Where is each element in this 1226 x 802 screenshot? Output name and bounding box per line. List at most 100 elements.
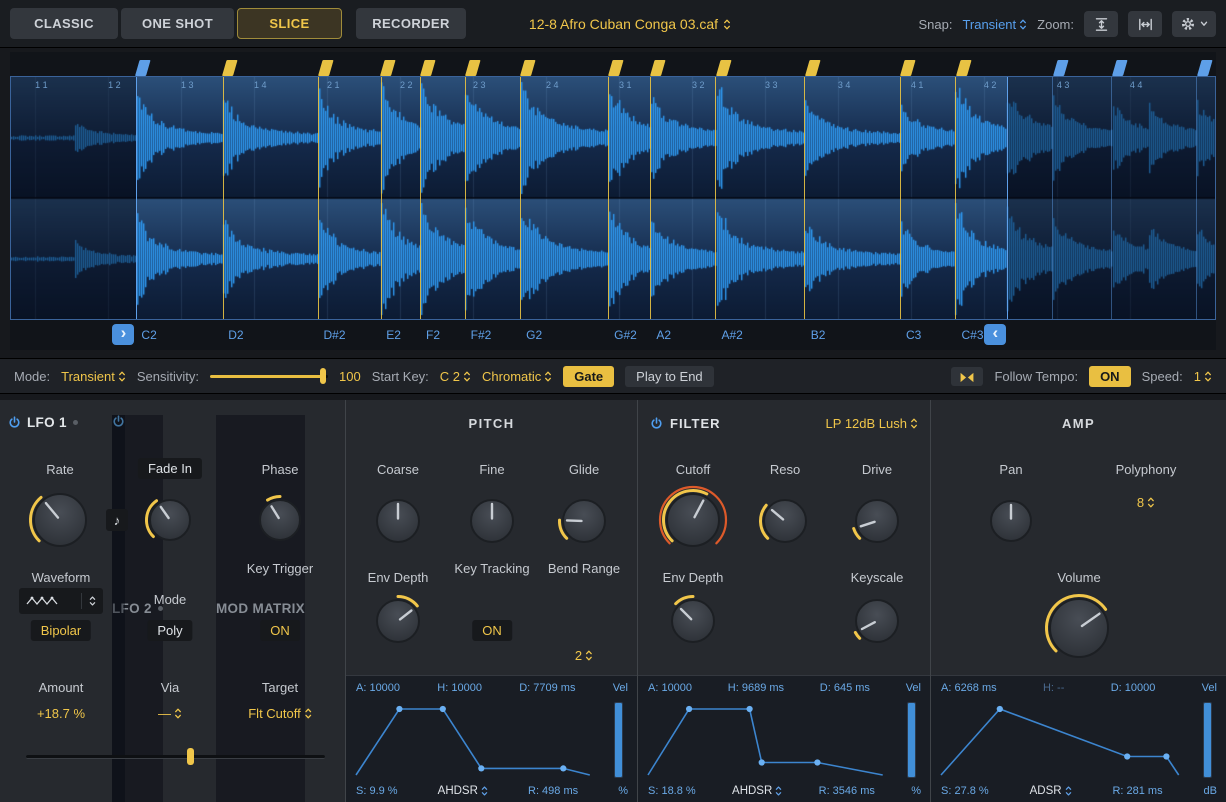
sample-file-selector[interactable]: 12-8 Afro Cuban Conga 03.caf: [450, 0, 810, 48]
polarity-button[interactable]: Bipolar: [31, 620, 91, 641]
amp-env-release[interactable]: R: 281 ms: [1112, 785, 1162, 797]
slice-flag[interactable]: [608, 60, 624, 76]
slice-flag[interactable]: [520, 60, 536, 76]
zoom-horizontal-button[interactable]: [1128, 11, 1162, 37]
slice-flag[interactable]: [420, 60, 436, 76]
mode-selector[interactable]: Transient: [61, 369, 126, 384]
fade-mode-button[interactable]: Fade In: [138, 458, 202, 479]
pitch-env-attack[interactable]: A: 10000: [356, 682, 400, 694]
action-menu-button[interactable]: [1172, 11, 1216, 37]
pitch-env-decay[interactable]: D: 7709 ms: [519, 682, 575, 694]
start-marker-handle[interactable]: ›: [112, 324, 134, 345]
slice-flag[interactable]: [1053, 60, 1069, 76]
end-marker-handle[interactable]: ‹: [984, 324, 1006, 345]
slice-marker[interactable]: [715, 77, 716, 319]
filter-env-mode-selector[interactable]: AHDSR: [732, 785, 782, 797]
slice-flag[interactable]: [650, 60, 666, 76]
pitch-envelope-display[interactable]: [352, 700, 601, 780]
amount-slider[interactable]: [26, 748, 325, 765]
slice-marker[interactable]: [420, 77, 421, 319]
slice-marker[interactable]: [804, 77, 805, 319]
slice-flag[interactable]: [1197, 60, 1213, 76]
speed-selector[interactable]: 1: [1194, 369, 1212, 384]
filter-env-hold[interactable]: H: 9689 ms: [728, 682, 784, 694]
volume-knob[interactable]: [1040, 589, 1118, 667]
snap-selector[interactable]: Transient: [962, 17, 1027, 32]
amp-env-decay[interactable]: D: 10000: [1111, 682, 1156, 694]
coarse-knob[interactable]: [367, 490, 429, 552]
amp-env-hold[interactable]: H: --: [1043, 682, 1064, 694]
slice-marker[interactable]: [955, 77, 956, 319]
zoom-vertical-button[interactable]: [1084, 11, 1118, 37]
key-tracking-toggle[interactable]: ON: [472, 620, 512, 641]
slice-marker[interactable]: [900, 77, 901, 319]
phase-knob[interactable]: [250, 490, 310, 550]
pitch-env-depth-knob[interactable]: [367, 590, 429, 652]
tab-classic[interactable]: CLASSIC: [10, 8, 118, 39]
lfo-mode-value[interactable]: Poly: [147, 620, 192, 641]
slice-marker[interactable]: [465, 77, 466, 319]
pitch-env-hold[interactable]: H: 10000: [437, 682, 482, 694]
amp-envelope-display[interactable]: [937, 700, 1190, 780]
filter-vel-slider[interactable]: [907, 702, 916, 778]
scale-selector[interactable]: Chromatic: [482, 369, 552, 384]
slice-flag[interactable]: [135, 60, 151, 76]
start-key-selector[interactable]: C 2: [440, 369, 471, 384]
pitch-env-mode-selector[interactable]: AHDSR: [438, 785, 488, 797]
cutoff-knob[interactable]: [657, 484, 729, 556]
amount-value[interactable]: +18.7 %: [37, 706, 85, 721]
reso-knob[interactable]: [754, 490, 816, 552]
polyphony-selector[interactable]: 8: [1137, 495, 1155, 510]
slice-marker[interactable]: [608, 77, 609, 319]
amount-slider-handle[interactable]: [187, 748, 194, 765]
power-icon[interactable]: [650, 417, 663, 430]
slice-marker[interactable]: [223, 77, 224, 319]
fade-knob[interactable]: [140, 490, 200, 550]
slice-marker[interactable]: [650, 77, 651, 319]
slice-flag[interactable]: [956, 60, 972, 76]
via-selector[interactable]: —: [158, 706, 182, 721]
tab-one-shot[interactable]: ONE SHOT: [121, 8, 234, 39]
target-selector[interactable]: Flt Cutoff: [248, 706, 312, 721]
slice-flag[interactable]: [900, 60, 916, 76]
power-icon[interactable]: [8, 416, 21, 429]
lfo-waveform-selector[interactable]: [19, 588, 103, 614]
power-icon[interactable]: [112, 415, 125, 802]
slice-marker[interactable]: [381, 77, 382, 319]
sensitivity-slider-handle[interactable]: [320, 368, 326, 384]
filter-env-sustain[interactable]: S: 18.8 %: [648, 785, 696, 797]
slice-flag[interactable]: [380, 60, 396, 76]
fine-knob[interactable]: [461, 490, 523, 552]
glide-knob[interactable]: [553, 490, 615, 552]
slice-flag[interactable]: [465, 60, 481, 76]
pitch-env-release[interactable]: R: 498 ms: [528, 785, 578, 797]
slice-marker[interactable]: [318, 77, 319, 319]
key-trigger-toggle[interactable]: ON: [260, 620, 300, 641]
amp-env-mode-selector[interactable]: ADSR: [1030, 785, 1072, 797]
crossfade-toggle[interactable]: [951, 367, 983, 386]
waveform-display[interactable]: 1 11 21 31 42 12 22 32 43 13 23 33 44 14…: [10, 76, 1216, 320]
sensitivity-slider[interactable]: [210, 368, 328, 384]
amp-vel-slider[interactable]: [1203, 702, 1212, 778]
filter-env-depth-knob[interactable]: [662, 590, 724, 652]
slice-flag[interactable]: [805, 60, 821, 76]
bend-range-selector[interactable]: 2: [575, 648, 593, 663]
end-marker[interactable]: [1007, 77, 1008, 319]
drive-knob[interactable]: [846, 490, 908, 552]
slice-flag[interactable]: [716, 60, 732, 76]
pitch-vel-slider[interactable]: [614, 702, 623, 778]
pitch-env-sustain[interactable]: S: 9.9 %: [356, 785, 398, 797]
slice-marker[interactable]: [520, 77, 521, 319]
filter-env-release[interactable]: R: 3546 ms: [819, 785, 875, 797]
filter-env-decay[interactable]: D: 645 ms: [820, 682, 870, 694]
slice-flag[interactable]: [1112, 60, 1128, 76]
filter-envelope-display[interactable]: [644, 700, 894, 780]
filter-env-attack[interactable]: A: 10000: [648, 682, 692, 694]
play-to-end-toggle[interactable]: Play to End: [625, 366, 714, 387]
amp-env-sustain[interactable]: S: 27.8 %: [941, 785, 989, 797]
rate-knob[interactable]: [24, 484, 96, 556]
pan-knob[interactable]: [981, 491, 1041, 551]
keyscale-knob[interactable]: [846, 590, 908, 652]
slice-marker[interactable]: [136, 77, 137, 319]
amp-env-attack[interactable]: A: 6268 ms: [941, 682, 997, 694]
